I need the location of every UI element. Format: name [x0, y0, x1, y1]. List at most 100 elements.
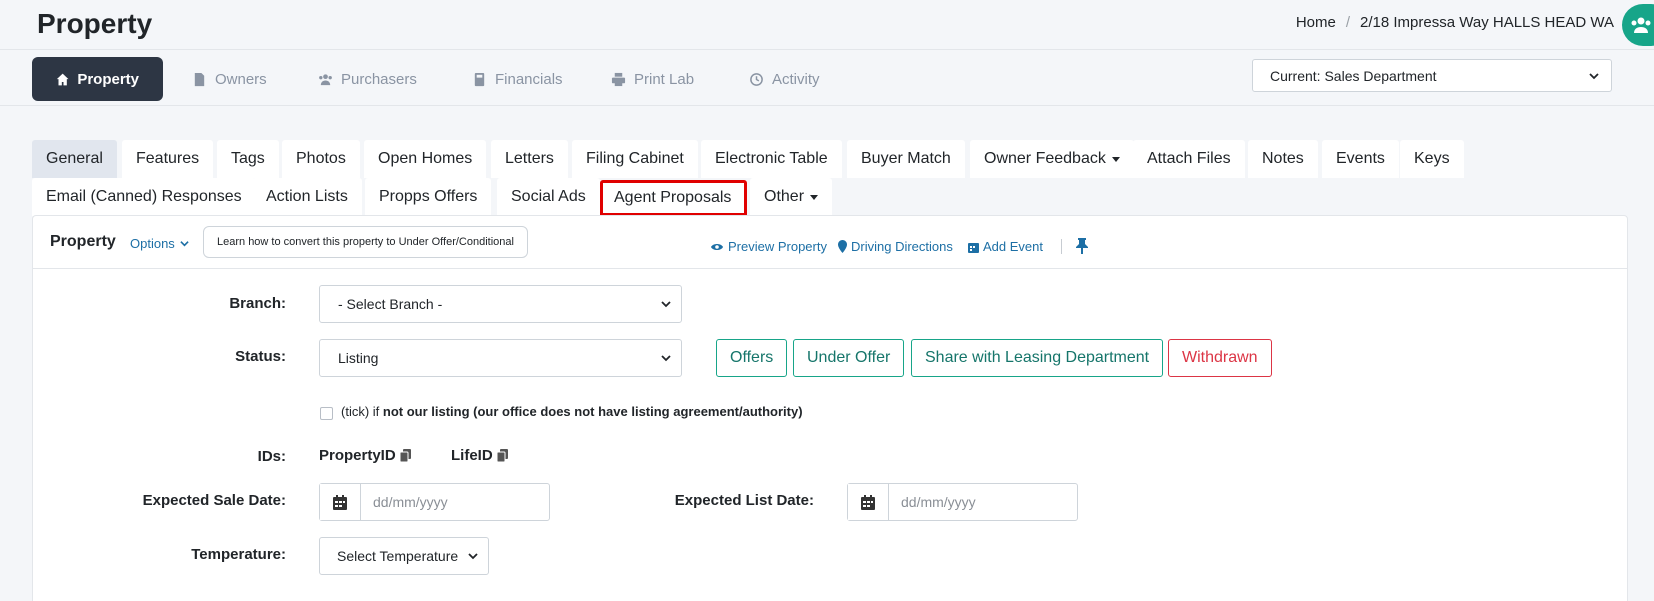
- tab-owners-label: Owners: [215, 70, 267, 88]
- branch-label: Branch:: [229, 295, 286, 312]
- team-button[interactable]: [1622, 4, 1654, 46]
- pin-icon[interactable]: [1076, 238, 1088, 254]
- subtab-agent-proposals[interactable]: Agent Proposals: [600, 180, 747, 216]
- status-label: Status:: [235, 348, 286, 365]
- subtab-email-canned-responses[interactable]: Email (Canned) Responses: [32, 178, 256, 216]
- calendar-button[interactable]: [320, 484, 361, 520]
- chevron-down-icon: [468, 553, 478, 560]
- breadcrumb: Home / 2/18 Impressa Way HALLS HEAD WA: [1296, 14, 1614, 31]
- home-icon: [56, 73, 69, 85]
- subtab-other[interactable]: Other: [750, 178, 833, 216]
- offers-button[interactable]: Offers: [716, 339, 788, 377]
- file-icon: [194, 72, 205, 86]
- department-select-value: Current: Sales Department: [1270, 67, 1437, 84]
- users-icon: [1631, 17, 1651, 33]
- preview-property-link[interactable]: Preview Property: [710, 239, 827, 254]
- subtab-events[interactable]: Events: [1322, 140, 1399, 178]
- tab-property-label: Property: [77, 70, 139, 88]
- subtab-keys[interactable]: Keys: [1400, 140, 1464, 178]
- tab-activity[interactable]: Activity: [725, 57, 844, 101]
- panel-header: Property Options Learn how to convert th…: [33, 216, 1627, 269]
- history-icon: [750, 72, 763, 86]
- map-marker-icon: [838, 240, 847, 253]
- status-select[interactable]: Listing: [319, 339, 682, 377]
- subtab-open-homes[interactable]: Open Homes: [364, 140, 487, 178]
- branch-select[interactable]: - Select Branch -: [319, 285, 682, 323]
- calculator-icon: [474, 72, 485, 86]
- subtab-action-lists[interactable]: Action Lists: [252, 178, 362, 216]
- expected-list-date-label: Expected List Date:: [674, 492, 814, 509]
- subtab-letters[interactable]: Letters: [491, 140, 568, 178]
- breadcrumb-separator: /: [1345, 14, 1351, 31]
- driving-directions-link[interactable]: Driving Directions: [838, 239, 953, 254]
- add-event-link[interactable]: Add Event: [968, 239, 1043, 254]
- caret-down-icon: [1111, 156, 1120, 162]
- subtab-other-label: Other: [764, 188, 805, 205]
- calendar-button[interactable]: [848, 484, 889, 520]
- subtab-features[interactable]: Features: [122, 140, 214, 178]
- temperature-select[interactable]: Select Temperature: [319, 537, 489, 575]
- tab-owners[interactable]: Owners: [168, 57, 291, 101]
- users-icon: [319, 73, 332, 85]
- subtab-general[interactable]: General: [32, 140, 117, 178]
- life-id: LifeID: [451, 447, 509, 464]
- subtab-social-ads[interactable]: Social Ads: [497, 178, 600, 216]
- options-label: Options: [130, 236, 175, 251]
- not-listing-suffix: (our office does not have listing agreem…: [469, 404, 803, 419]
- expected-list-date-field[interactable]: dd/mm/yyyy: [847, 483, 1078, 521]
- subtab-filing-cabinet[interactable]: Filing Cabinet: [572, 140, 698, 178]
- chevron-down-icon: [661, 301, 671, 308]
- add-event-label: Add Event: [983, 239, 1043, 254]
- page-title: Property: [37, 8, 153, 39]
- subtab-owner-feedback-label: Owner Feedback: [984, 150, 1106, 167]
- share-with-leasing-button[interactable]: Share with Leasing Department: [911, 339, 1164, 377]
- expected-sale-date-label: Expected Sale Date:: [142, 492, 286, 509]
- tab-financials-label: Financials: [495, 70, 563, 88]
- not-listing-prefix: (tick) if: [341, 404, 383, 419]
- subtab-propps-offers[interactable]: Propps Offers: [365, 178, 492, 216]
- expected-sale-date-input[interactable]: dd/mm/yyyy: [361, 484, 549, 520]
- caret-down-icon: [810, 194, 819, 200]
- expected-sale-date-field[interactable]: dd/mm/yyyy: [319, 483, 550, 521]
- subtab-photos[interactable]: Photos: [282, 140, 360, 178]
- tab-financials[interactable]: Financials: [448, 57, 587, 101]
- status-select-value: Listing: [338, 350, 379, 366]
- breadcrumb-home[interactable]: Home: [1296, 14, 1336, 31]
- tab-print-lab[interactable]: Print Lab: [587, 57, 718, 101]
- tab-property[interactable]: Property: [32, 57, 163, 101]
- subtab-buyer-match[interactable]: Buyer Match: [847, 140, 965, 178]
- subtab-notes[interactable]: Notes: [1248, 140, 1318, 178]
- chevron-down-icon: [661, 355, 671, 362]
- property-id: PropertyID: [319, 447, 412, 464]
- options-dropdown[interactable]: Options: [130, 236, 189, 251]
- expected-list-date-input[interactable]: dd/mm/yyyy: [889, 484, 1077, 520]
- subtab-tags[interactable]: Tags: [217, 140, 279, 178]
- chevron-down-icon: [1589, 72, 1599, 79]
- life-id-label: LifeID: [451, 447, 493, 464]
- copy-icon[interactable]: [399, 449, 412, 462]
- subtab-electronic-table[interactable]: Electronic Table: [701, 140, 842, 178]
- calendar-icon: [333, 494, 347, 510]
- breadcrumb-current: 2/18 Impressa Way HALLS HEAD WA: [1360, 14, 1614, 31]
- not-our-listing-label: (tick) if not our listing (our office do…: [341, 404, 803, 419]
- header-divider: [1061, 239, 1062, 254]
- not-our-listing-checkbox[interactable]: [320, 407, 333, 420]
- copy-icon[interactable]: [496, 449, 509, 462]
- tab-purchasers[interactable]: Purchasers: [294, 57, 441, 101]
- calendar-icon: [861, 494, 875, 510]
- ids-label: IDs:: [257, 448, 286, 465]
- withdrawn-button[interactable]: Withdrawn: [1168, 339, 1272, 377]
- subtab-owner-feedback[interactable]: Owner Feedback: [970, 140, 1134, 178]
- temperature-label: Temperature:: [191, 546, 286, 563]
- subtab-attach-files[interactable]: Attach Files: [1133, 140, 1245, 178]
- learn-convert-button[interactable]: Learn how to convert this property to Un…: [203, 226, 528, 258]
- branch-select-value: - Select Branch -: [338, 296, 443, 312]
- panel-title: Property: [50, 233, 116, 250]
- preview-property-label: Preview Property: [728, 239, 827, 254]
- driving-directions-label: Driving Directions: [851, 239, 953, 254]
- printer-icon: [611, 72, 626, 86]
- department-select[interactable]: Current: Sales Department: [1252, 59, 1612, 92]
- under-offer-button[interactable]: Under Offer: [793, 339, 905, 377]
- not-listing-bold: not our listing: [382, 404, 470, 419]
- property-panel: Property Options Learn how to convert th…: [32, 215, 1628, 601]
